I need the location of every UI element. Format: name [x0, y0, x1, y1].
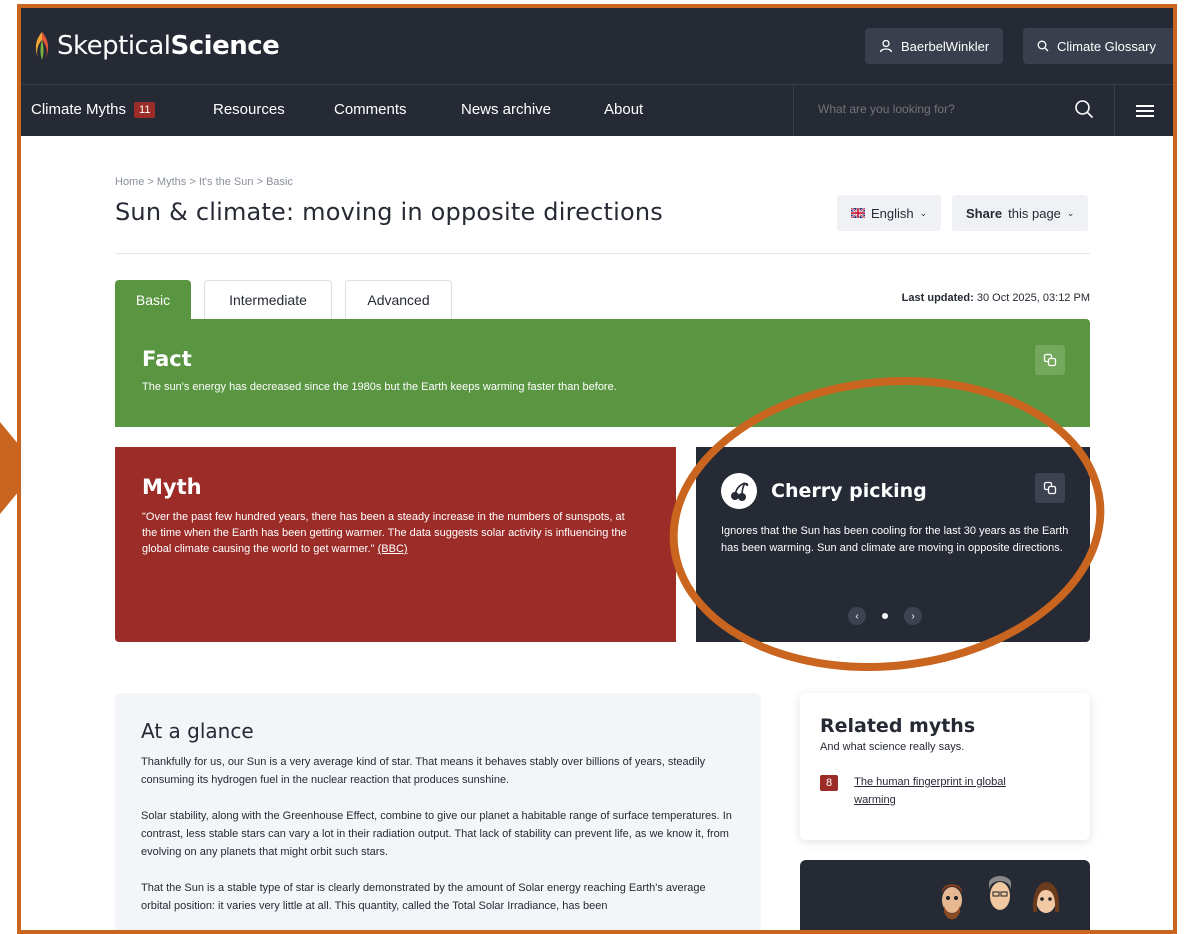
cartoon-banner[interactable]: [800, 860, 1090, 930]
hamburger-menu-button[interactable]: [1114, 85, 1173, 136]
fallacy-panel: Cherry picking Ignores that the Sun has …: [696, 447, 1090, 642]
share-page-button[interactable]: Share this page ⌄: [952, 195, 1089, 231]
fallacy-text: Ignores that the Sun has been cooling fo…: [721, 525, 1069, 554]
share-label-rest: this page: [1008, 205, 1061, 221]
at-a-glance-section: At a glance Thankfully for us, our Sun i…: [115, 693, 761, 930]
top-header: SkepticalScience BaerbelWinkler Climate …: [21, 8, 1173, 84]
user-icon: [879, 39, 893, 53]
menu-icon: [1136, 104, 1154, 117]
user-name: BaerbelWinkler: [901, 38, 990, 54]
glance-paragraph: Solar stability, along with the Greenhou…: [141, 810, 732, 858]
language-selector[interactable]: English ⌄: [837, 195, 942, 231]
related-myth-item: 8 The human fingerprint in global warmin…: [820, 775, 1070, 809]
tab-basic[interactable]: Basic: [115, 280, 191, 319]
related-myths-card: Related myths And what science really sa…: [800, 693, 1090, 840]
glance-paragraph: That the Sun is a stable type of star is…: [141, 882, 706, 912]
language-label: English: [871, 205, 914, 221]
main-nav: Climate Myths 11 Resources Comments News …: [21, 84, 1173, 136]
fact-text: The sun's energy has decreased since the…: [142, 381, 617, 393]
breadcrumb-its-the-sun[interactable]: It's the Sun: [199, 176, 254, 188]
related-myth-link[interactable]: The human fingerprint in global warming: [854, 773, 1034, 809]
page-title: Sun & climate: moving in opposite direct…: [115, 198, 663, 226]
search-bar: [793, 85, 1114, 136]
breadcrumb-separator: >: [189, 176, 196, 188]
nav-item-news-archive[interactable]: News archive: [461, 101, 551, 118]
site-name: SkepticalScience: [57, 31, 280, 61]
glance-heading: At a glance: [141, 719, 254, 743]
carousel-dot[interactable]: [882, 613, 888, 619]
nav-item-comments[interactable]: Comments: [334, 101, 407, 118]
breadcrumb-separator: >: [147, 176, 154, 188]
related-heading: Related myths: [820, 715, 976, 737]
related-subtitle: And what science really says.: [820, 741, 965, 753]
cherry-icon: [721, 473, 757, 509]
fallacy-heading: Cherry picking: [771, 480, 927, 502]
share-label-bold: Share: [966, 205, 1003, 221]
breadcrumb-basic: Basic: [266, 176, 293, 188]
myth-panel: Myth "Over the past few hundred years, t…: [115, 447, 676, 642]
annotation-frame: SkepticalScience BaerbelWinkler Climate …: [17, 4, 1177, 934]
copy-icon: [1043, 353, 1057, 367]
site-logo[interactable]: SkepticalScience: [31, 26, 280, 66]
breadcrumb-myths[interactable]: Myths: [157, 176, 186, 188]
last-updated: Last updated: 30 Oct 2025, 03:12 PM: [902, 292, 1090, 304]
tab-advanced[interactable]: Advanced: [345, 280, 452, 319]
copy-fallacy-button[interactable]: [1035, 473, 1065, 503]
chevron-down-icon: ⌄: [919, 207, 928, 218]
breadcrumb: Home > Myths > It's the Sun > Basic: [115, 176, 293, 188]
last-updated-value: 30 Oct 2025, 03:12 PM: [976, 292, 1090, 304]
copy-icon: [1043, 481, 1057, 495]
nav-label: Climate Myths: [31, 101, 127, 118]
nav-item-about[interactable]: About: [604, 101, 643, 118]
fact-heading: Fact: [142, 347, 192, 371]
user-account-button[interactable]: BaerbelWinkler: [865, 28, 1004, 64]
flame-logo-icon: [35, 32, 49, 60]
breadcrumb-home[interactable]: Home: [115, 176, 144, 188]
copy-fact-button[interactable]: [1035, 345, 1065, 375]
myth-rank-badge: 8: [820, 775, 839, 791]
search-icon[interactable]: [1074, 99, 1094, 119]
nav-item-climate-myths[interactable]: Climate Myths 11: [31, 101, 156, 118]
divider: [115, 253, 1090, 254]
tab-intermediate[interactable]: Intermediate: [204, 280, 332, 319]
fallacy-carousel: ‹ ›: [848, 607, 922, 625]
chevron-down-icon: ⌄: [1066, 207, 1075, 218]
nav-item-resources[interactable]: Resources: [213, 101, 285, 118]
glossary-label: Climate Glossary: [1057, 38, 1156, 54]
fallacy-header: Cherry picking: [721, 473, 1065, 509]
carousel-next-button[interactable]: ›: [904, 607, 922, 625]
glance-paragraph: Thankfully for us, our Sun is a very ave…: [141, 756, 706, 786]
myth-count-badge: 11: [134, 102, 156, 118]
glossary-button[interactable]: Climate Glossary: [1023, 28, 1173, 64]
carousel-prev-button[interactable]: ‹: [848, 607, 866, 625]
breadcrumb-separator: >: [256, 176, 264, 188]
last-updated-label: Last updated:: [901, 292, 974, 304]
search-input[interactable]: [816, 101, 1040, 117]
cartoon-characters-image: [942, 876, 1060, 920]
search-icon: [1037, 40, 1049, 52]
myth-heading: Myth: [142, 475, 202, 499]
myth-quote: "Over the past few hundred years, there …: [142, 509, 642, 557]
fact-panel: Fact The sun's energy has decreased sinc…: [115, 319, 1090, 427]
uk-flag-icon: [851, 208, 865, 218]
bbc-source-link[interactable]: (BBC): [378, 543, 408, 555]
